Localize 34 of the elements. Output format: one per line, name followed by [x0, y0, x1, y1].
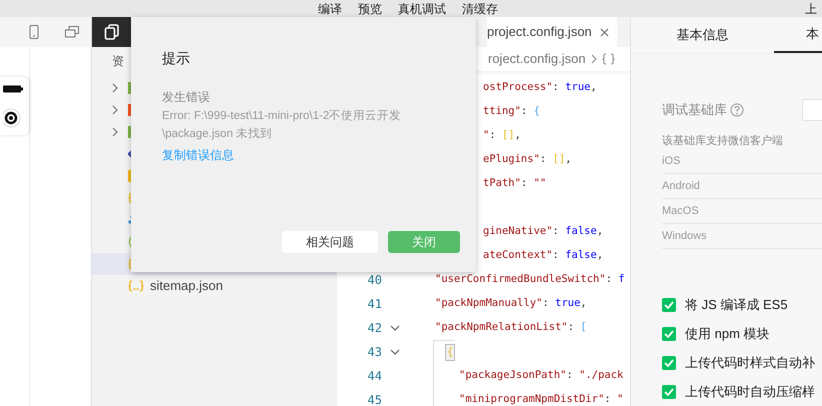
option-label: 使用 npm 模块 — [685, 324, 770, 343]
client-name: iOS — [662, 154, 680, 169]
code-line: "userConfirmedBundleSwitch": f — [435, 272, 625, 288]
field-label: 调试基础库 — [662, 101, 727, 120]
option-label: 上传代码时自动压缩样 — [685, 382, 815, 401]
client-name: Android — [662, 178, 700, 194]
option-label: 上传代码时样式自动补 — [685, 354, 815, 372]
section-title: 该基础库支持微信客户端 — [661, 134, 784, 149]
client-name: MacOS — [662, 204, 699, 219]
line-number: 42 — [368, 321, 382, 335]
code-line: tting": { — [483, 104, 540, 120]
code-line: ePlugins": [], — [483, 152, 572, 168]
error-message: \package.json 未找到 — [162, 126, 274, 142]
line-number: 41 — [368, 297, 382, 311]
client-name: Windows — [662, 228, 707, 244]
code-line: "packNpmManually": true, — [435, 296, 587, 312]
line-number: 40 — [368, 273, 382, 287]
line-number: 43 — [368, 345, 382, 359]
code-line: "miniprogramNpmDistDir": " — [459, 392, 624, 406]
code-line: ateContext": false, — [483, 248, 604, 264]
code-line: ": [], — [483, 128, 521, 144]
code-line: "packageJsonPath": "./pack — [459, 368, 624, 384]
panel-title: 资 — [112, 53, 124, 70]
error-message: Error: F:\999-test\11-mini-pro\1-2不使用云开发 — [162, 108, 402, 124]
dialog-title: 提示 — [162, 49, 191, 68]
code-line: tPath": "" — [483, 176, 546, 192]
code-line: ostProcess": true, — [483, 80, 597, 96]
file-name: sitemap.json — [150, 277, 223, 296]
line-number: 44 — [368, 369, 382, 383]
option-label: 将 JS 编译成 ES5 — [685, 296, 788, 314]
code-line: "packNpmRelationList": [ — [435, 320, 587, 336]
code-line: gineNative": false, — [483, 224, 604, 240]
line-number: 45 — [368, 393, 382, 406]
error-heading: 发生错误 — [162, 89, 211, 106]
